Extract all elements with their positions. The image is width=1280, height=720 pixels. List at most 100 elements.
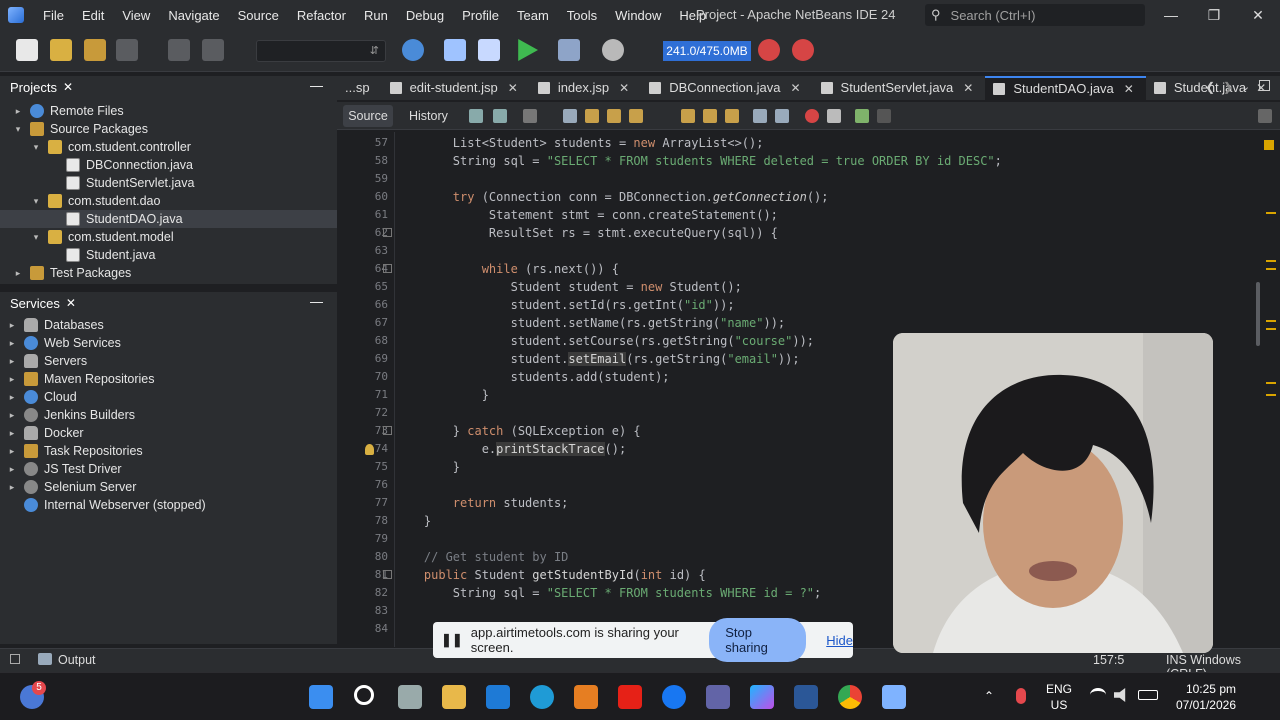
- editor-tab[interactable]: DBConnection.java ✕: [641, 76, 812, 100]
- fold-marker-icon[interactable]: [383, 570, 392, 579]
- tab-scroll-right-icon[interactable]: ❯: [1223, 80, 1233, 94]
- language-indicator[interactable]: ENG US: [1046, 681, 1072, 713]
- build-hammer-icon[interactable]: [444, 39, 466, 61]
- menu-profile[interactable]: Profile: [453, 8, 508, 23]
- service-tree-item[interactable]: ▸ Maven Repositories: [0, 370, 337, 388]
- service-tree-item[interactable]: ▸ JS Test Driver: [0, 460, 337, 478]
- hide-link[interactable]: Hide: [826, 633, 853, 648]
- restore-window-icon[interactable]: [10, 654, 20, 664]
- expand-toggle-icon[interactable]: ▸: [6, 338, 18, 349]
- project-tree-item[interactable]: ▾ com.student.controller: [0, 138, 337, 156]
- service-tree-item[interactable]: ▸ Docker: [0, 424, 337, 442]
- save-all-icon[interactable]: [116, 39, 138, 61]
- expand-toggle-icon[interactable]: ▸: [6, 320, 18, 331]
- maximize-button[interactable]: ❐: [1199, 4, 1229, 26]
- terminal-icon[interactable]: [794, 685, 818, 709]
- minimize-panel-icon[interactable]: —: [310, 294, 323, 309]
- project-tree-item[interactable]: DBConnection.java: [0, 156, 337, 174]
- expand-toggle-icon[interactable]: ▸: [6, 374, 18, 385]
- hint-bulb-icon[interactable]: [365, 444, 374, 455]
- expand-toggle-icon[interactable]: ▸: [6, 428, 18, 439]
- menu-tools[interactable]: Tools: [558, 8, 606, 23]
- new-project-icon[interactable]: [50, 39, 72, 61]
- maximize-editor-icon[interactable]: [1259, 80, 1270, 91]
- project-tree-item[interactable]: ▾ Source Packages: [0, 120, 337, 138]
- caret-position[interactable]: 157:5: [1093, 653, 1124, 667]
- project-tree-item[interactable]: Student.java: [0, 246, 337, 264]
- menu-debug[interactable]: Debug: [397, 8, 453, 23]
- project-tree-item[interactable]: ▾ com.student.model: [0, 228, 337, 246]
- service-tree-item[interactable]: ▸ Cloud: [0, 388, 337, 406]
- fold-marker-icon[interactable]: [383, 228, 392, 237]
- netbeans-taskbar-icon[interactable]: [882, 685, 906, 709]
- wifi-icon[interactable]: [1090, 688, 1106, 702]
- minimize-button[interactable]: —: [1156, 4, 1186, 26]
- undo-icon[interactable]: [168, 39, 190, 61]
- find-prev-icon[interactable]: [585, 109, 599, 123]
- edge-icon[interactable]: [530, 685, 554, 709]
- service-tree-item[interactable]: ▸ Servers: [0, 352, 337, 370]
- editor-tab[interactable]: StudentDAO.java ✕: [985, 76, 1146, 100]
- menu-edit[interactable]: Edit: [73, 8, 113, 23]
- menu-team[interactable]: Team: [508, 8, 558, 23]
- youtube-icon[interactable]: [618, 685, 642, 709]
- shift-right-icon[interactable]: [775, 109, 789, 123]
- pause-io-icon[interactable]: [792, 39, 814, 61]
- close-icon[interactable]: ✕: [619, 76, 629, 100]
- scroll-marker[interactable]: [1266, 268, 1276, 270]
- scroll-marker[interactable]: [1266, 320, 1276, 322]
- expand-toggle-icon[interactable]: ▾: [30, 232, 42, 243]
- fold-marker-icon[interactable]: [383, 426, 392, 435]
- project-tree-item[interactable]: StudentDAO.java: [0, 210, 337, 228]
- facebook-icon[interactable]: [662, 685, 686, 709]
- menu-window[interactable]: Window: [606, 8, 670, 23]
- close-icon[interactable]: ✕: [508, 76, 518, 100]
- close-icon[interactable]: ✕: [66, 296, 76, 310]
- scroll-thumb[interactable]: [1256, 282, 1260, 346]
- projects-title[interactable]: Projects: [10, 80, 57, 95]
- expand-toggle-icon[interactable]: ▸: [12, 268, 24, 279]
- memory-indicator[interactable]: 241.0/475.0MB: [663, 41, 751, 61]
- back-icon[interactable]: [493, 109, 507, 123]
- prev-bookmark-icon[interactable]: [681, 109, 695, 123]
- task-view-icon[interactable]: [398, 685, 422, 709]
- debug-icon[interactable]: [558, 39, 580, 61]
- editor-tab[interactable]: edit-student.jsp ✕: [382, 76, 530, 100]
- service-tree-item[interactable]: ▸ Jenkins Builders: [0, 406, 337, 424]
- project-tree-item[interactable]: ▾ com.student.dao: [0, 192, 337, 210]
- source-button[interactable]: Source: [343, 105, 393, 127]
- scroll-marker[interactable]: [1266, 212, 1276, 214]
- scroll-marker[interactable]: [1266, 394, 1276, 396]
- search-icon[interactable]: [354, 685, 374, 705]
- last-edit-icon[interactable]: [469, 109, 483, 123]
- run-icon[interactable]: [518, 39, 538, 61]
- editor-tab[interactable]: StudentServlet.java ✕: [813, 76, 986, 100]
- clean-build-icon[interactable]: [478, 39, 500, 61]
- history-button[interactable]: History: [409, 105, 448, 127]
- open-project-icon[interactable]: [84, 39, 106, 61]
- project-tree-item[interactable]: ▸ Remote Files: [0, 102, 337, 120]
- find-icon[interactable]: [563, 109, 577, 123]
- menu-navigate[interactable]: Navigate: [159, 8, 228, 23]
- scroll-marker[interactable]: [1266, 382, 1276, 384]
- stop-macro-icon[interactable]: [827, 109, 841, 123]
- expand-toggle-icon[interactable]: ▾: [30, 196, 42, 207]
- tab-scroll-left-icon[interactable]: ❮: [1205, 80, 1215, 94]
- menu-file[interactable]: File: [34, 8, 73, 23]
- editor-tab[interactable]: index.jsp ✕: [530, 76, 641, 100]
- services-title[interactable]: Services: [10, 296, 60, 311]
- service-tree-item[interactable]: ▸ Databases: [0, 316, 337, 334]
- microphone-icon[interactable]: [1016, 688, 1026, 704]
- close-icon[interactable]: ✕: [790, 76, 800, 100]
- store-icon[interactable]: [574, 685, 598, 709]
- file-explorer-icon[interactable]: [442, 685, 466, 709]
- expand-toggle-icon[interactable]: ▾: [12, 124, 24, 135]
- editor-tab[interactable]: ...sp: [337, 76, 382, 100]
- project-tree-item[interactable]: StudentServlet.java: [0, 174, 337, 192]
- editor-scrollbar[interactable]: [1252, 132, 1280, 647]
- fold-marker-icon[interactable]: [383, 264, 392, 273]
- menu-run[interactable]: Run: [355, 8, 397, 23]
- next-bookmark-icon[interactable]: [703, 109, 717, 123]
- service-tree-item[interactable]: ▸ Selenium Server: [0, 478, 337, 496]
- close-icon[interactable]: ✕: [63, 80, 73, 94]
